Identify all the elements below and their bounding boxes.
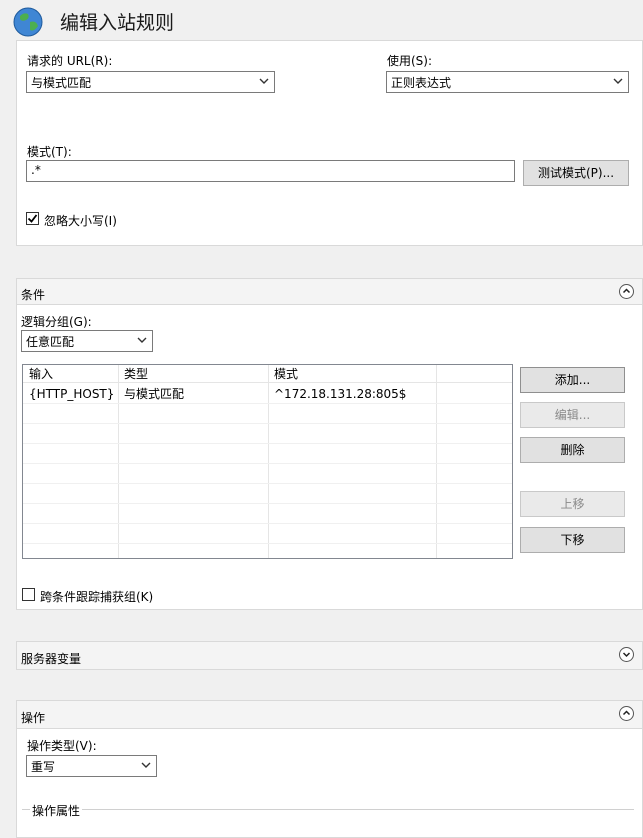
logical-grouping-label: 逻辑分组(G): — [21, 315, 92, 329]
ignore-case-checkbox[interactable] — [26, 212, 39, 225]
using-value: 正则表达式 — [391, 76, 452, 90]
server-variables-title: 服务器变量 — [21, 652, 82, 666]
remove-button[interactable]: 删除 — [520, 437, 625, 463]
using-select[interactable]: 正则表达式 — [386, 71, 629, 93]
edit-button[interactable]: 编辑... — [520, 402, 625, 428]
chevron-down-icon — [137, 337, 147, 343]
table-row-type[interactable]: 与模式匹配 — [118, 385, 268, 403]
table-row-input[interactable]: {HTTP_HOST} — [23, 385, 118, 403]
server-variables-header[interactable] — [16, 641, 643, 670]
table-row-pattern[interactable]: ^172.18.131.28:805$ — [268, 385, 448, 403]
track-groups-label: 跨条件跟踪捕获组(K) — [40, 590, 154, 604]
checkmark-icon — [27, 214, 38, 223]
pattern-value: .* — [31, 163, 41, 177]
conditions-table[interactable]: 输入 类型 模式 {HTTP_HOST} 与模式匹配 ^172.18.131.2… — [22, 364, 513, 559]
chevron-down-icon — [259, 78, 269, 84]
pattern-label: 模式(T): — [27, 145, 72, 159]
add-button[interactable]: 添加... — [520, 367, 625, 393]
conditions-header[interactable] — [16, 278, 643, 305]
expand-down-icon[interactable] — [619, 647, 634, 662]
action-type-label: 操作类型(V): — [27, 739, 97, 753]
logical-grouping-select[interactable]: 任意匹配 — [21, 330, 153, 352]
move-up-button[interactable]: 上移 — [520, 491, 625, 517]
action-type-value: 重写 — [31, 760, 56, 774]
action-type-select[interactable]: 重写 — [26, 755, 157, 777]
conditions-title: 条件 — [21, 288, 46, 302]
requested-url-value: 与模式匹配 — [31, 76, 92, 90]
chevron-down-icon — [613, 78, 623, 84]
action-properties-label: 操作属性 — [30, 802, 83, 819]
ignore-case-label: 忽略大小写(I) — [44, 214, 117, 228]
column-header-type[interactable]: 类型 — [118, 365, 268, 383]
action-properties-group — [22, 809, 634, 838]
requested-url-label: 请求的 URL(R): — [27, 54, 113, 68]
collapse-up-icon[interactable] — [619, 706, 634, 721]
action-title: 操作 — [21, 711, 46, 725]
track-groups-checkbox[interactable] — [22, 588, 35, 601]
test-pattern-button[interactable]: 测试模式(P)... — [523, 160, 629, 186]
using-label: 使用(S): — [387, 54, 433, 68]
window-title: 编辑入站规则 — [60, 12, 175, 34]
action-header[interactable] — [16, 700, 643, 729]
column-header-input[interactable]: 输入 — [23, 365, 118, 383]
requested-url-select[interactable]: 与模式匹配 — [26, 71, 275, 93]
pattern-input[interactable]: .* — [26, 160, 515, 182]
column-header-pattern[interactable]: 模式 — [268, 365, 436, 383]
globe-icon — [12, 6, 44, 38]
move-down-button[interactable]: 下移 — [520, 527, 625, 553]
collapse-up-icon[interactable] — [619, 284, 634, 299]
chevron-down-icon — [141, 762, 151, 768]
logical-grouping-value: 任意匹配 — [26, 335, 75, 349]
